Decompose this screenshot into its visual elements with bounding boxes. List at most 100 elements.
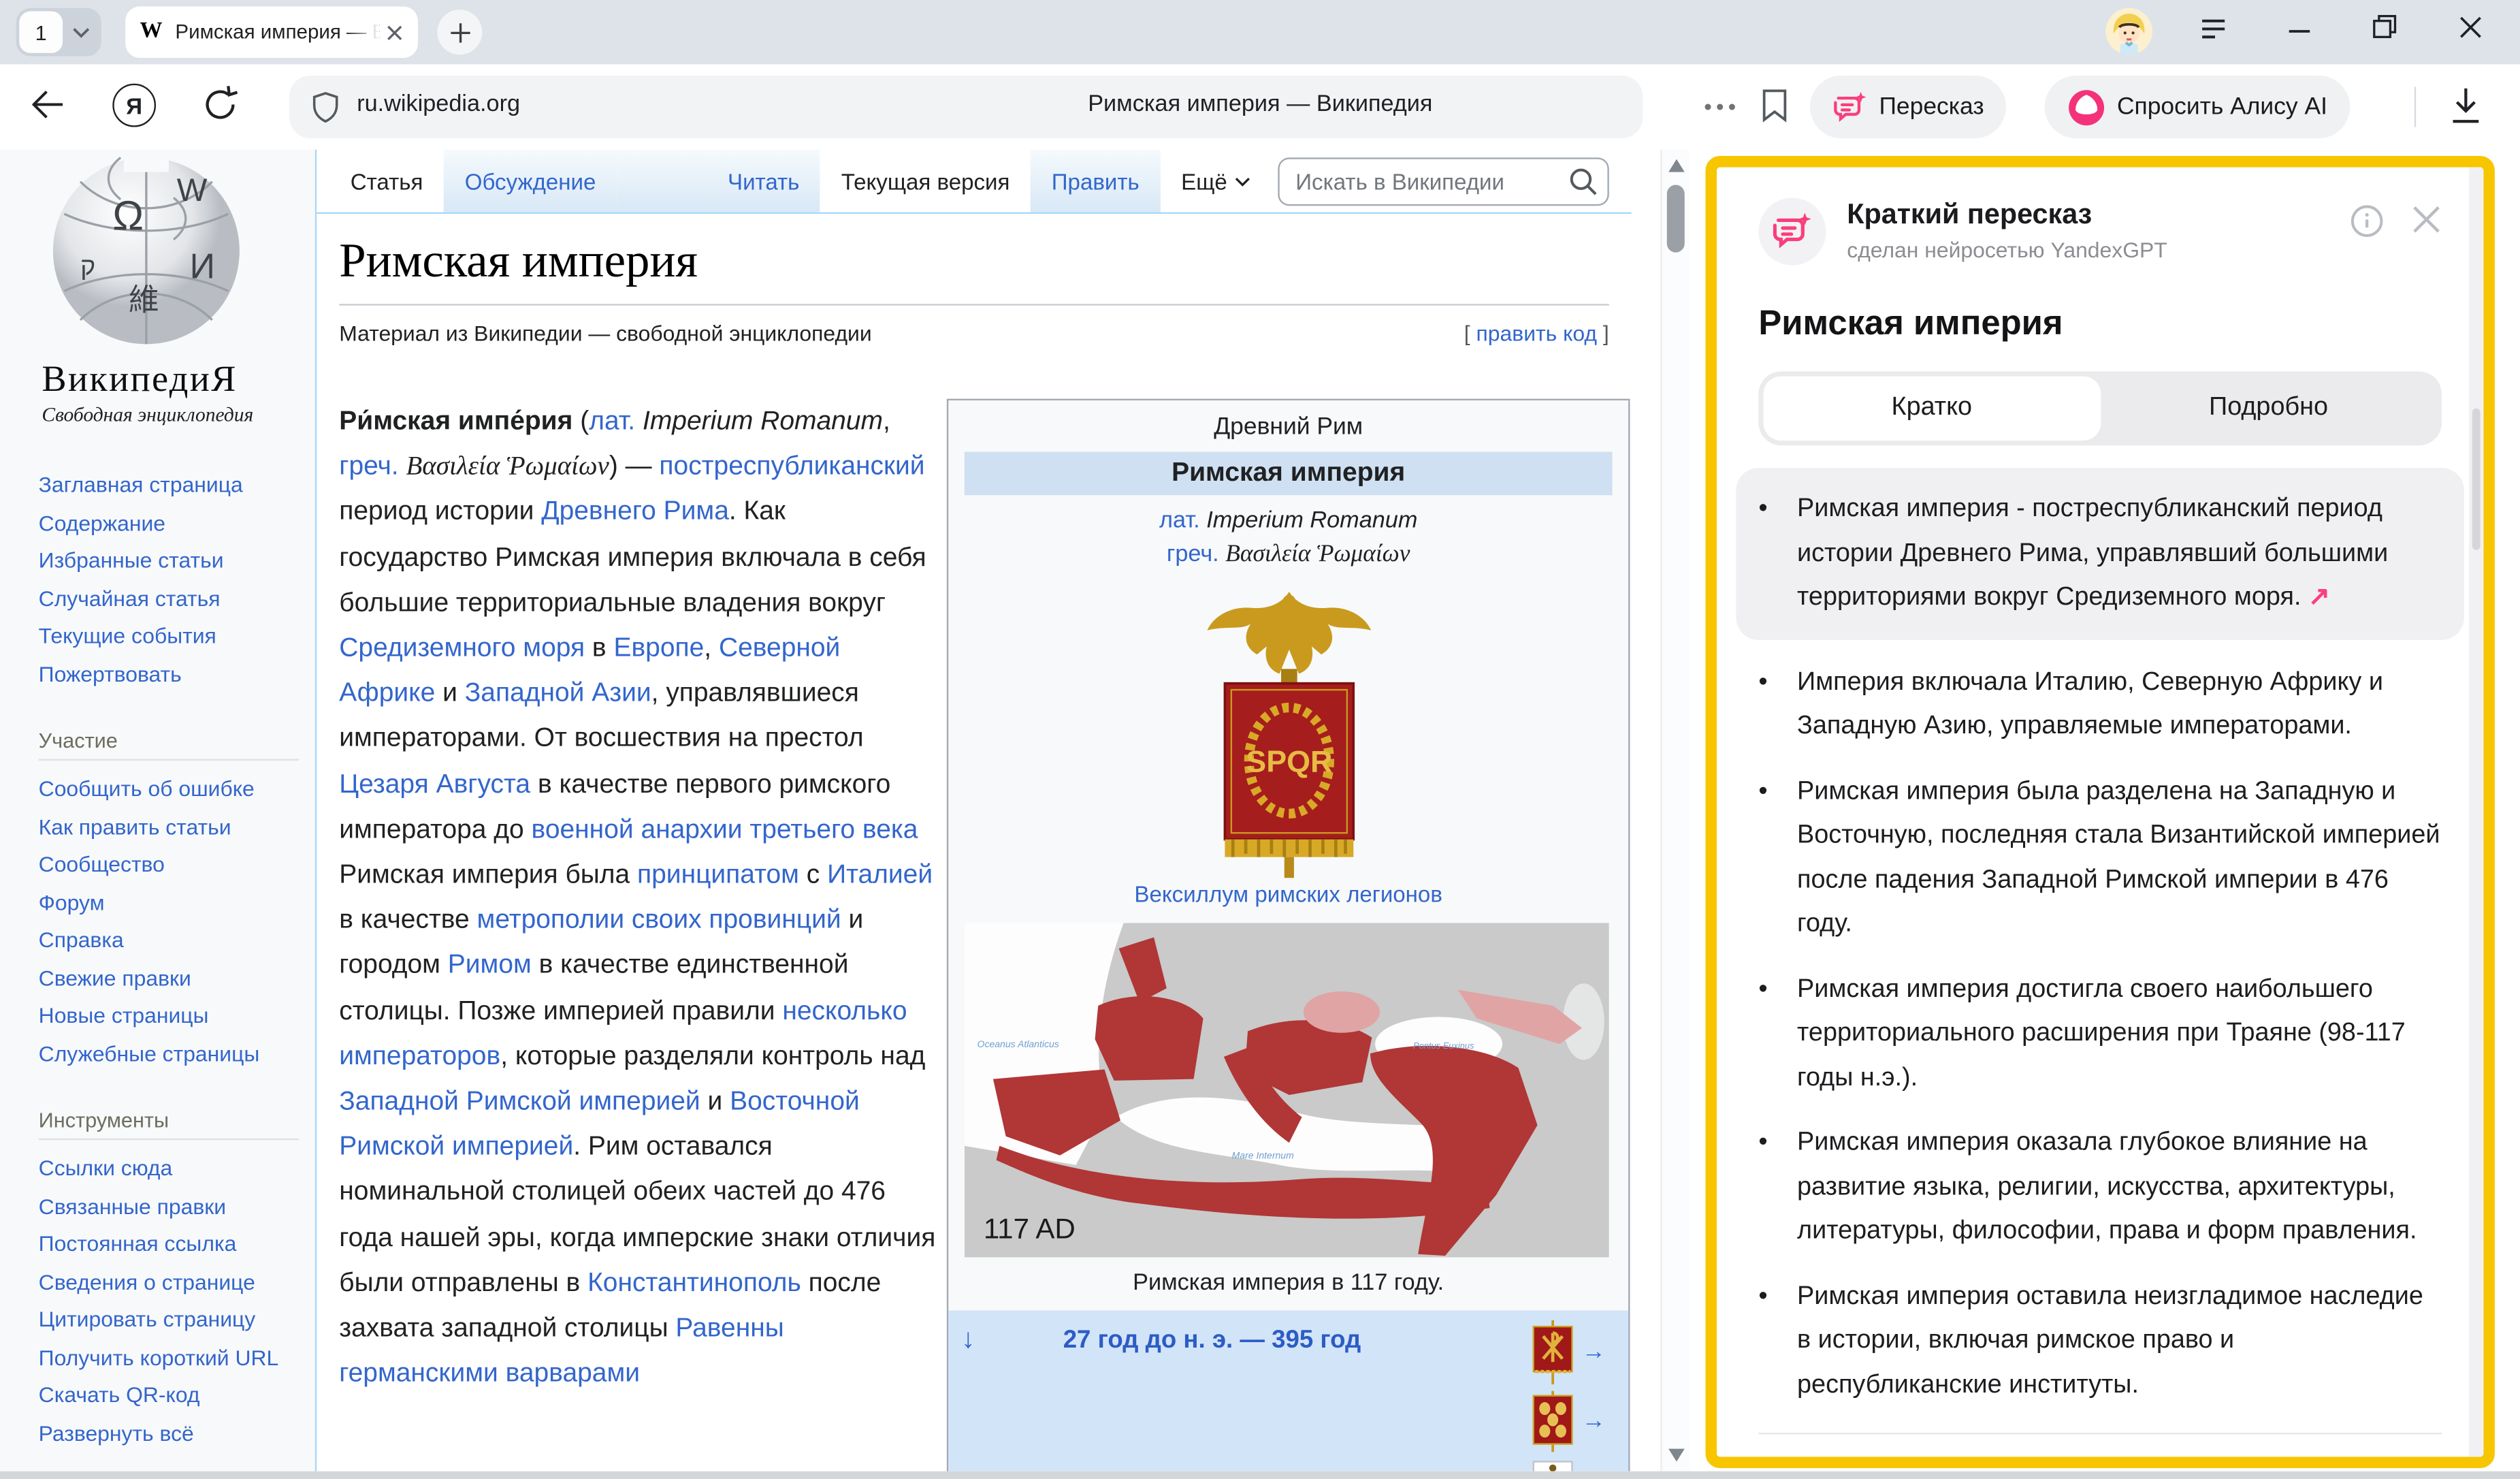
sidebar-link[interactable]: Как править статьи <box>39 808 315 846</box>
tab-read[interactable]: Читать <box>707 150 820 212</box>
panel-close-icon[interactable] <box>2411 204 2442 238</box>
tab-close-icon[interactable] <box>386 23 404 41</box>
lead-text: , <box>704 633 719 663</box>
source-link-arrow-icon[interactable]: ↗ <box>2301 584 2329 611</box>
wiki-link[interactable]: принципатом <box>637 860 799 889</box>
menu-icon[interactable] <box>2201 18 2227 40</box>
listen-button[interactable] <box>2368 1460 2442 1468</box>
wiki-link[interactable]: греч. <box>339 452 398 481</box>
tab-more[interactable]: Ещё <box>1160 150 1272 212</box>
tab-talk[interactable]: Обсуждение <box>444 150 617 212</box>
alice-label: Спросить Алису AI <box>2117 93 2327 121</box>
sidebar-link[interactable]: Скачать QR-код <box>39 1376 315 1414</box>
sidebar-link[interactable]: Связанные правки <box>39 1188 315 1225</box>
chevron-down-icon[interactable] <box>63 27 98 38</box>
tab-current-version[interactable]: Текущая версия <box>820 150 1031 212</box>
info-icon[interactable] <box>2350 204 2384 238</box>
sidebar-link[interactable]: Новые страницы <box>39 997 315 1034</box>
tab-brief[interactable]: Кратко <box>1763 377 2100 441</box>
scroll-up-arrow[interactable] <box>1668 159 1685 172</box>
dots-flag[interactable]: → <box>1532 1390 1606 1452</box>
wiki-link[interactable]: Римом <box>448 951 532 981</box>
sidebar-link[interactable]: Избранные статьи <box>39 542 315 579</box>
right-arrow-icon[interactable]: → <box>1582 1408 1606 1435</box>
screenshot: 1 W Римская империя — В <box>0 0 2520 1479</box>
copy-button[interactable] <box>2278 1460 2352 1468</box>
sidebar-link[interactable]: Сообщить об ошибке <box>39 770 315 808</box>
wiki-link[interactable]: Средиземного моря <box>339 633 585 663</box>
vexillum-image[interactable]: SPQR <box>961 586 1615 878</box>
search-icon[interactable] <box>1569 166 1598 195</box>
wikipedia-wordmark[interactable]: ВикипедиЯ <box>42 359 314 400</box>
tab-detailed[interactable]: Подробно <box>2100 377 2437 441</box>
tab-count[interactable]: 1 <box>19 12 63 53</box>
sidebar-link[interactable]: Форум <box>39 884 315 921</box>
vexillum-caption-link[interactable]: Вексиллум римских легионов <box>961 881 1615 907</box>
sidebar-link[interactable]: Постоянная ссылка <box>39 1225 315 1262</box>
edit-code-link[interactable]: [ править код ] <box>1464 321 1609 345</box>
sidebar-link[interactable]: Справка <box>39 921 315 959</box>
wiki-link[interactable]: метрополии своих провинций <box>477 906 841 935</box>
sidebar-link[interactable]: Цитировать страницу <box>39 1301 315 1338</box>
sidebar-link[interactable]: Заглавная страница <box>39 466 315 504</box>
lead-text: и <box>700 1087 730 1116</box>
tab-counter[interactable]: 1 <box>16 8 101 57</box>
wiki-link[interactable]: постреспубликанский <box>659 452 924 481</box>
wiki-search[interactable] <box>1278 157 1609 205</box>
minimize-icon[interactable] <box>2289 29 2310 34</box>
tab-article[interactable]: Статья <box>329 150 444 212</box>
wiki-link[interactable]: Константинополь <box>587 1269 801 1298</box>
more-icon[interactable] <box>1704 103 1736 111</box>
summary-bullet: •Римская империя оставила неизгладимое н… <box>1758 1274 2442 1407</box>
infobox-supertitle: Древний Рим <box>961 413 1615 441</box>
scrollbar-thumb[interactable] <box>1667 185 1685 253</box>
summary-link-button[interactable]: Ссылка на пересказ <box>1758 1460 2261 1468</box>
wiki-link[interactable]: Цезаря Августа <box>339 769 530 799</box>
browser-tab[interactable]: W Римская империя — В <box>125 6 418 58</box>
wiki-link[interactable]: Италией <box>827 860 933 889</box>
restore-icon[interactable] <box>2372 14 2396 38</box>
wiki-link[interactable]: Европе <box>613 633 704 663</box>
sidebar-link[interactable]: Пожертвовать <box>39 655 315 693</box>
sidebar-link[interactable]: Сведения о странице <box>39 1263 315 1301</box>
wiki-link[interactable]: Западной Азии <box>465 679 651 708</box>
sidebar-link[interactable]: Развернуть всё <box>39 1414 315 1452</box>
wiki-link[interactable]: Древнего Рима <box>541 498 729 527</box>
sidebar-link[interactable]: Ссылки сюда <box>39 1149 315 1187</box>
wiki-link[interactable]: лат. <box>589 407 635 436</box>
greek-label-link[interactable]: греч. <box>1167 542 1219 568</box>
sidebar-link[interactable]: Свежие правки <box>39 959 315 997</box>
download-icon[interactable] <box>2450 87 2482 126</box>
sidebar-link[interactable]: Получить короткий URL <box>39 1339 315 1376</box>
sidebar-link[interactable]: Случайная статья <box>39 579 315 617</box>
summary-bullet: •Римская империя была разделена на Запад… <box>1758 769 2442 947</box>
empire-map-image[interactable]: 117 AD Oceanus Atlanticus Mare Internum … <box>965 923 1609 1257</box>
sidebar-link[interactable]: Содержание <box>39 504 315 541</box>
empire-dates[interactable]: 27 год до н. э. — 395 год <box>948 1326 1476 1356</box>
latin-label-link[interactable]: лат. <box>1159 508 1200 534</box>
summarize-button[interactable]: Пересказ <box>1810 76 2007 138</box>
highlighted-bullet-box[interactable]: •Римская империя - постреспубликанский п… <box>1736 468 2464 639</box>
sidebar-link[interactable]: Сообщество <box>39 846 315 883</box>
eagle-flag-partial[interactable]: → <box>1532 1459 1606 1472</box>
labarum-flag[interactable]: → <box>1532 1320 1606 1384</box>
article-subtitle: Материал из Википедии — свободной энцикл… <box>339 321 871 345</box>
sidebar-link[interactable]: Текущие события <box>39 618 315 655</box>
ask-alice-button[interactable]: Спросить Алису AI <box>2045 76 2350 138</box>
search-input[interactable] <box>1278 157 1609 205</box>
close-icon[interactable] <box>2459 16 2482 39</box>
panel-scrollbar[interactable] <box>2469 168 2483 1457</box>
right-arrow-icon[interactable]: → <box>1582 1339 1606 1366</box>
wikipedia-globe-logo[interactable]: Ω W И 維 ק <box>48 153 315 349</box>
scroll-down-arrow[interactable] <box>1668 1449 1685 1462</box>
new-tab-button[interactable] <box>437 10 482 54</box>
wiki-link[interactable]: военной анархии третьего века <box>532 815 918 844</box>
panel-scrollbar-thumb[interactable] <box>2472 409 2481 550</box>
tab-edit[interactable]: Править <box>1031 150 1160 212</box>
sidebar-link[interactable]: Служебные страницы <box>39 1035 315 1072</box>
address-toolbar: Я ru.wikipedia.org Римская империя — Вик… <box>0 64 2520 149</box>
bookmark-icon[interactable] <box>1762 89 1788 123</box>
profile-avatar[interactable] <box>2105 8 2152 54</box>
wiki-link[interactable]: Западной Римской империей <box>339 1087 700 1116</box>
content-scrollbar[interactable] <box>1660 150 1690 1472</box>
